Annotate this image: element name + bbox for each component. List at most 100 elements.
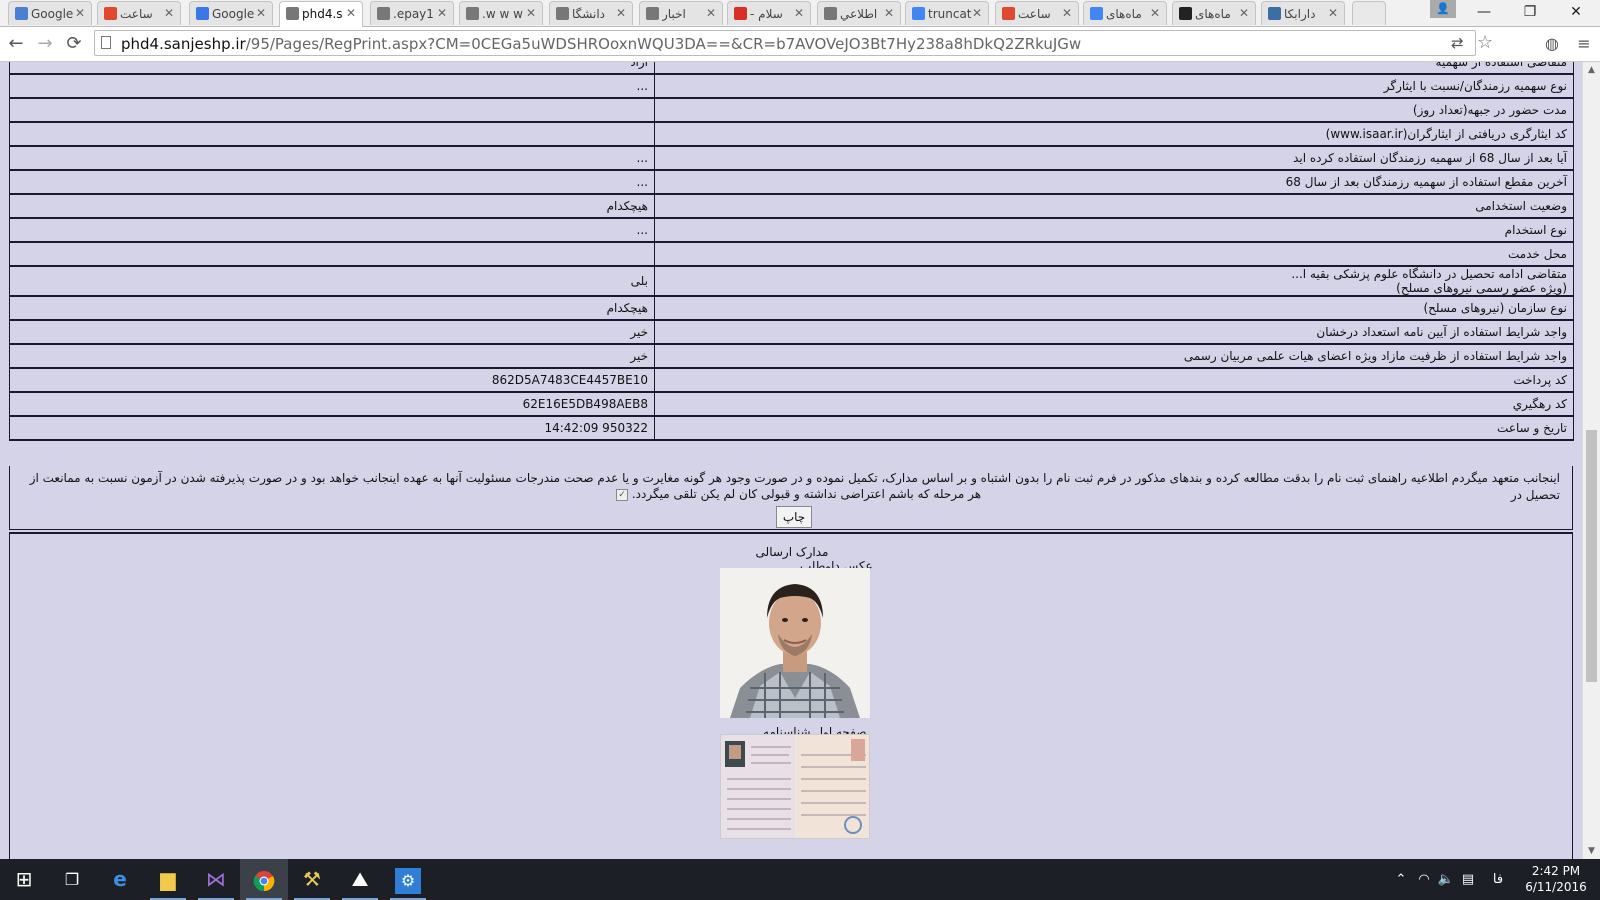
field-value [9,121,655,147]
page-scrollbar[interactable]: ▲ ▼ [1582,62,1600,859]
browser-tab[interactable]: اطلاعي ✕ [817,1,901,25]
scrollbar-thumb[interactable] [1586,430,1597,682]
field-label: متقاضی استفاده از سهمیه [654,62,1574,75]
close-tab-icon[interactable]: ✕ [437,6,447,20]
browser-tab[interactable]: phd4.s ✕ [279,1,363,27]
field-label: مدت حضور در جبهه(تعداد روز) [654,97,1574,123]
browser-tab[interactable]: epay1. ✕ [370,1,454,25]
close-tab-icon[interactable]: ✕ [972,6,982,20]
chrome-icon[interactable] [240,859,288,900]
address-bar[interactable]: phd4.sanjeshp.ir/95/Pages/RegPrint.aspx?… [94,30,1493,56]
profile-icon[interactable]: 👤 [1430,0,1456,18]
browser-tab[interactable]: ساعت ✕ [995,1,1079,25]
volume-icon[interactable]: 🔈 [1436,859,1456,900]
field-value: ... [9,73,655,99]
page-content: آزاد متقاضی استفاده از سهمیه... نوع سهمیه … [0,62,1582,859]
field-label: متقاضی ادامه تحصیل در دانشگاه علوم پزشکی… [654,265,1574,297]
close-tab-icon[interactable]: ✕ [526,6,536,20]
chrome-menu-icon[interactable]: ≡ [1572,32,1596,56]
browser-tab[interactable]: Google ✕ [8,1,92,25]
field-value: هیچکدام [9,295,655,321]
close-window-button[interactable]: ✕ [1554,0,1598,24]
new-tab-button[interactable] [1352,1,1386,25]
field-label: کد رهگیري [654,391,1574,417]
back-arrow-icon[interactable]: ← [4,32,28,56]
action-center-icon[interactable]: ▤ [1458,859,1478,900]
start-icon[interactable]: ⊞ [0,859,48,900]
field-value: 62E16E5DB498AEB8 [9,391,655,417]
close-tab-icon[interactable]: ✕ [884,6,894,20]
table-row: 62E16E5DB498AEB8 کد رهگیري [9,391,1574,417]
field-label: آخرین مقطع استفاده از سهمیه رزمندگان بعد… [654,169,1574,195]
reload-icon[interactable]: ⟳ [62,32,86,56]
field-label: واجد شرایط استفاده از آیین نامه استعداد … [654,319,1574,345]
time-ir-icon [1002,7,1015,20]
browser-tab[interactable]: ساعت ✕ [97,1,181,25]
tab-title: Google [212,7,255,21]
google-translate-icon [15,7,28,20]
scroll-down-icon[interactable]: ▼ [1583,843,1600,859]
browser-tab[interactable]: truncat ✕ [905,1,989,25]
close-tab-icon[interactable]: ✕ [1062,6,1072,20]
clock-time: 2:42 PM [1531,864,1581,878]
page-icon [646,7,659,20]
task-view-icon[interactable]: ❐ [48,859,96,900]
close-tab-icon[interactable]: ✕ [75,6,85,20]
settings-icon[interactable]: ⚙ [384,859,432,900]
print-button[interactable]: چاپ [776,506,812,528]
field-label: نوع سهمیه رزمندگان/نسبت با ایثارگر [654,73,1574,99]
minimize-button[interactable]: — [1462,0,1506,24]
url-text[interactable]: phd4.sanjeshp.ir/95/Pages/RegPrint.aspx?… [121,35,1081,53]
page-icon [556,7,569,20]
browser-tab[interactable]: دانشگا ✕ [549,1,633,25]
field-label: وضعیت استخدامی [654,193,1574,219]
browser-tab[interactable]: دارابکا ✕ [1261,1,1345,25]
close-tab-icon[interactable]: ✕ [1239,6,1249,20]
tab-title: ماه‌های [1106,7,1142,21]
close-tab-icon[interactable]: ✕ [1150,6,1160,20]
field-label: آیا بعد از سال 68 از سهمیه رزمندگان استف… [654,145,1574,171]
wifi-icon[interactable]: ◠ [1414,859,1434,900]
field-value: خیر [9,319,655,345]
edge-icon[interactable]: e [96,859,144,900]
visual-studio-icon[interactable]: ⋈ [192,859,240,900]
close-tab-icon[interactable]: ✕ [616,6,626,20]
field-value: 862D5A7483CE4457BE10 [9,367,655,393]
close-tab-icon[interactable]: ✕ [706,6,716,20]
file-explorer-icon[interactable]: ▆ [144,859,192,900]
close-tab-icon[interactable]: ✕ [1328,6,1338,20]
declaration-text-2: هر مرحله که باشم اعتراضی نداشته و قبولی … [610,487,981,501]
photos-icon[interactable]: ⛰ [336,859,384,900]
tab-title: دانشگا [572,7,606,21]
close-tab-icon[interactable]: ✕ [256,6,266,20]
system-clock[interactable]: 2:42 PM 6/11/2016 [1518,863,1594,895]
field-value [9,241,655,267]
bookmark-star-icon[interactable]: ☆ [1477,32,1493,53]
field-label: کد پرداخت [654,367,1574,393]
show-hidden-icons-icon[interactable]: ⌃ [1392,859,1410,900]
browser-tab[interactable]: w w w. ✕ [459,1,543,25]
close-tab-icon[interactable]: ✕ [794,6,804,20]
agree-checkbox[interactable]: ✓ [616,488,628,501]
tools-icon[interactable]: ⚒ [288,859,336,900]
forward-arrow-icon[interactable]: → [33,32,57,56]
tab-title: w w w. [482,7,523,21]
page-icon [101,36,111,49]
field-value: ... [9,145,655,171]
scroll-up-icon[interactable]: ▲ [1583,62,1600,78]
table-row: هیچکدام نوع سازمان (نیروهای مسلح) [9,295,1574,321]
close-tab-icon[interactable]: ✕ [346,6,356,20]
browser-tab[interactable]: اخبار ✕ [639,1,723,25]
browser-tab[interactable]: ماه‌های ✕ [1083,1,1167,25]
close-tab-icon[interactable]: ✕ [164,6,174,20]
tab-title: دارابکا [1284,7,1316,21]
language-indicator[interactable]: فا [1486,859,1510,900]
tab-title: اطلاعي [840,7,878,21]
extension-globe-icon[interactable]: ◍ [1540,32,1564,56]
browser-tab[interactable]: Google ✕ [189,1,273,25]
table-row: ... نوع سهمیه رزمندگان/نسبت با ایثارگر [9,73,1574,99]
browser-tab[interactable]: ماه‌های ✕ [1172,1,1256,25]
translate-icon[interactable]: ⇄ [1451,34,1464,52]
browser-tab[interactable]: سلام - ✕ [727,1,811,25]
maximize-button[interactable]: ❐ [1508,0,1552,24]
